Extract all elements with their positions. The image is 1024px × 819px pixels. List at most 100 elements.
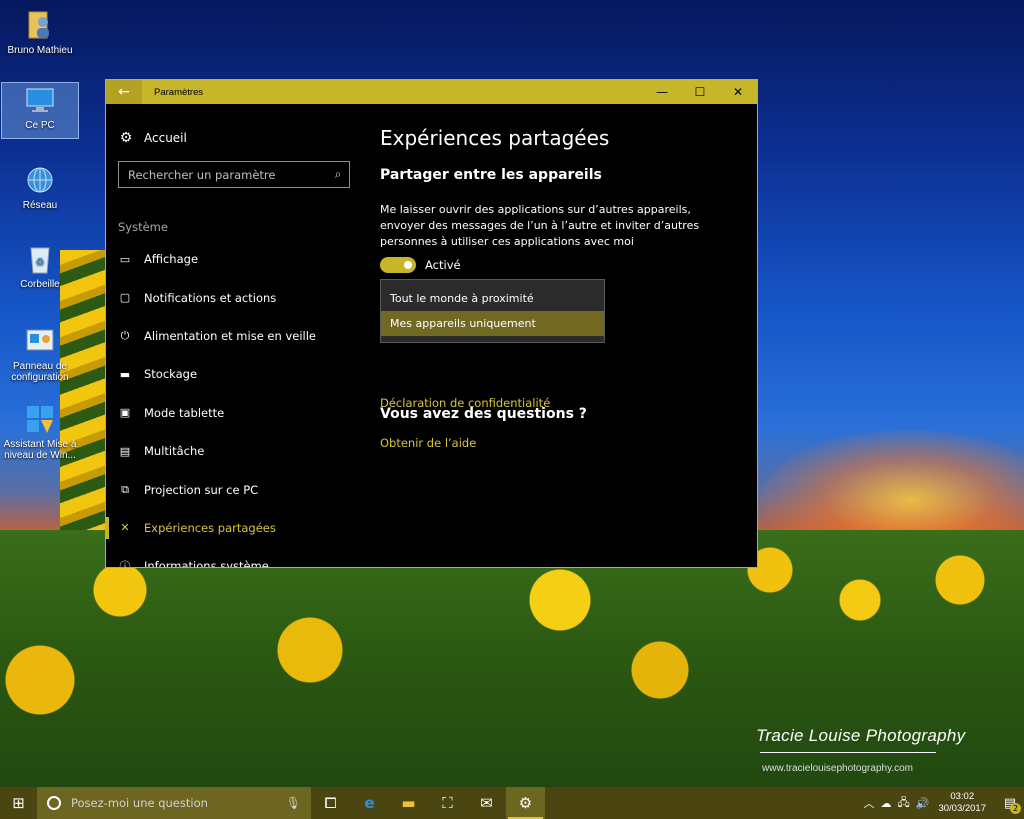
windows-logo-icon: ⊞ — [12, 794, 25, 812]
file-explorer-icon: ▬ — [401, 794, 416, 812]
multitask-icon: ▤ — [119, 444, 131, 458]
action-center-button[interactable]: ▤ 2 — [996, 787, 1024, 819]
desktop-icon-user-folder[interactable]: Bruno Mathieu — [2, 8, 78, 56]
sidebar-item-shared-experiences[interactable]: ✕ Expériences partagées — [106, 509, 364, 547]
section-heading: Partager entre les appareils — [380, 167, 602, 183]
taskbar-store[interactable]: ⛶ — [428, 787, 467, 819]
sidebar-item-notifications[interactable]: ▢ Notifications et actions — [106, 278, 364, 316]
notification-icon: ▢ — [119, 291, 131, 305]
settings-search-input[interactable] — [128, 167, 327, 182]
sidebar-item-label: Informations système — [144, 559, 269, 568]
sidebar-item-label: Multitâche — [144, 444, 205, 459]
svg-text:♻: ♻ — [36, 257, 45, 268]
info-icon: ⓘ — [119, 560, 131, 568]
wallpaper-watermark-url: www.tracielouisephotography.com — [762, 763, 914, 774]
computer-icon — [23, 83, 57, 117]
taskbar-mail[interactable]: ✉ — [467, 787, 506, 819]
tablet-icon: ▣ — [119, 406, 131, 420]
page-title: Expériences partagées — [380, 126, 610, 150]
share-across-devices-toggle[interactable] — [380, 257, 416, 273]
wallpaper-sunflower-field — [0, 530, 1024, 819]
sidebar-item-label: Notifications et actions — [144, 290, 277, 305]
task-view-button[interactable]: ⧠ — [311, 787, 350, 819]
system-tray: ︿ ☁ 🖧 🔊 03:02 30/03/2017 ▤ 2 — [860, 787, 1024, 819]
cortana-icon — [47, 796, 61, 810]
share-with-dropdown-list[interactable]: Tout le monde à proximité Mes appareils … — [380, 279, 605, 343]
settings-gear-icon: ⚙ — [518, 794, 533, 812]
watermark-underline — [760, 752, 936, 753]
wallpaper-sunflowers-left — [60, 250, 110, 530]
desktop-icon-recycle-bin[interactable]: ♻ Corbeille — [2, 242, 78, 290]
clock-time: 03:02 — [950, 791, 975, 802]
close-button[interactable]: ✕ — [719, 80, 757, 104]
desktop-icon-control-panel[interactable]: Panneau de configuration — [2, 324, 78, 383]
sidebar-item-display[interactable]: ▭ Affichage — [106, 240, 364, 278]
setting-description: Me laisser ouvrir des applications sur d… — [380, 203, 700, 248]
sidebar-item-projection[interactable]: ⧉ Projection sur ce PC — [106, 470, 364, 508]
sidebar-item-tablet-mode[interactable]: ▣ Mode tablette — [106, 394, 364, 432]
minimize-button[interactable]: — — [643, 80, 681, 104]
gear-icon: ⚙ — [119, 130, 133, 146]
taskbar-settings[interactable]: ⚙ — [506, 787, 545, 819]
window-titlebar[interactable]: ← Paramètres — ☐ ✕ — [106, 80, 757, 104]
sidebar-item-storage[interactable]: ▬ Stockage — [106, 355, 364, 393]
sidebar-item-power[interactable]: ⏻ Alimentation et mise en veille — [106, 317, 364, 355]
store-icon: ⛶ — [442, 794, 453, 812]
home-label: Accueil — [144, 131, 187, 145]
toggle-knob — [404, 261, 412, 269]
volume-icon[interactable]: 🔊 — [916, 797, 930, 810]
shared-experiences-icon: ✕ — [120, 521, 130, 535]
section-label: Système — [118, 220, 168, 234]
desktop-icon-label: Panneau de configuration — [11, 361, 69, 383]
sidebar-item-multitasking[interactable]: ▤ Multitâche — [106, 432, 364, 470]
recycle-bin-icon: ♻ — [23, 242, 57, 276]
cortana-search-placeholder: Posez-moi une question — [71, 796, 208, 810]
taskbar-file-explorer[interactable]: ▬ — [389, 787, 428, 819]
desktop-icon-label: Ce PC — [25, 120, 55, 131]
dropdown-option-my-devices-only[interactable]: Mes appareils uniquement — [381, 311, 604, 336]
search-icon[interactable]: ⌕ — [327, 167, 349, 182]
sidebar-item-system-info[interactable]: ⓘ Informations système — [106, 547, 364, 568]
taskbar: ⊞ Posez-moi une question 🎙 ⧠ e ▬ ⛶ ✉ ⚙ ︿… — [0, 787, 1024, 819]
sidebar-item-label: Stockage — [144, 367, 198, 382]
mail-icon: ✉ — [480, 794, 493, 812]
home-link[interactable]: ⚙ Accueil — [118, 130, 187, 146]
microphone-icon[interactable]: 🎙 — [286, 796, 301, 810]
sidebar-item-label: Expériences partagées — [144, 520, 276, 535]
onedrive-icon[interactable]: ☁ — [880, 797, 891, 810]
cortana-search-box[interactable]: Posez-moi une question 🎙 — [37, 787, 311, 819]
settings-nav: ▭ Affichage ▢ Notifications et actions ⏻… — [106, 240, 364, 568]
wallpaper-watermark: Tracie Louise Photography — [756, 726, 966, 745]
desktop-icon-this-pc[interactable]: Ce PC — [1, 82, 79, 139]
settings-sidebar: ⚙ Accueil ⌕ Système ▭ Affichage ▢ Notifi… — [106, 104, 364, 568]
desktop-icon-upgrade-assistant[interactable]: Assistant Mise à niveau de Win... — [2, 402, 78, 461]
desktop-icon-label: Réseau — [22, 200, 58, 211]
start-button[interactable]: ⊞ — [0, 787, 37, 819]
maximize-button[interactable]: ☐ — [681, 80, 719, 104]
edge-browser-icon: e — [364, 794, 375, 812]
clock-date: 30/03/2017 — [938, 803, 986, 814]
back-button[interactable]: ← — [106, 80, 142, 104]
desktop-icon-label: Bruno Mathieu — [7, 45, 73, 56]
taskbar-clock[interactable]: 03:02 30/03/2017 — [938, 791, 986, 815]
projection-icon: ⧉ — [121, 482, 129, 496]
window-title: Paramètres — [154, 86, 204, 98]
get-help-link[interactable]: Obtenir de l’aide — [380, 436, 476, 450]
desktop-icon-label: Corbeille — [20, 279, 60, 290]
notification-count-badge: 2 — [1010, 803, 1021, 814]
show-hidden-icons-chevron-icon[interactable]: ︿ — [863, 795, 874, 811]
settings-search-box[interactable]: ⌕ — [118, 161, 350, 188]
display-icon: ▭ — [119, 252, 131, 266]
taskbar-edge[interactable]: e — [350, 787, 389, 819]
dropdown-option-everyone-nearby[interactable]: Tout le monde à proximité — [381, 286, 604, 311]
desktop-icon-network[interactable]: Réseau — [2, 163, 78, 211]
power-icon: ⏻ — [120, 328, 130, 342]
network-icon — [23, 163, 57, 197]
control-panel-icon — [23, 324, 57, 358]
user-folder-icon — [23, 8, 57, 42]
network-status-icon[interactable]: 🖧 — [897, 794, 909, 813]
windows-upgrade-icon — [23, 402, 57, 436]
toggle-state-label: Activé — [425, 258, 461, 272]
sidebar-item-label: Affichage — [144, 252, 199, 267]
share-across-devices-toggle-row: Activé — [380, 257, 461, 273]
